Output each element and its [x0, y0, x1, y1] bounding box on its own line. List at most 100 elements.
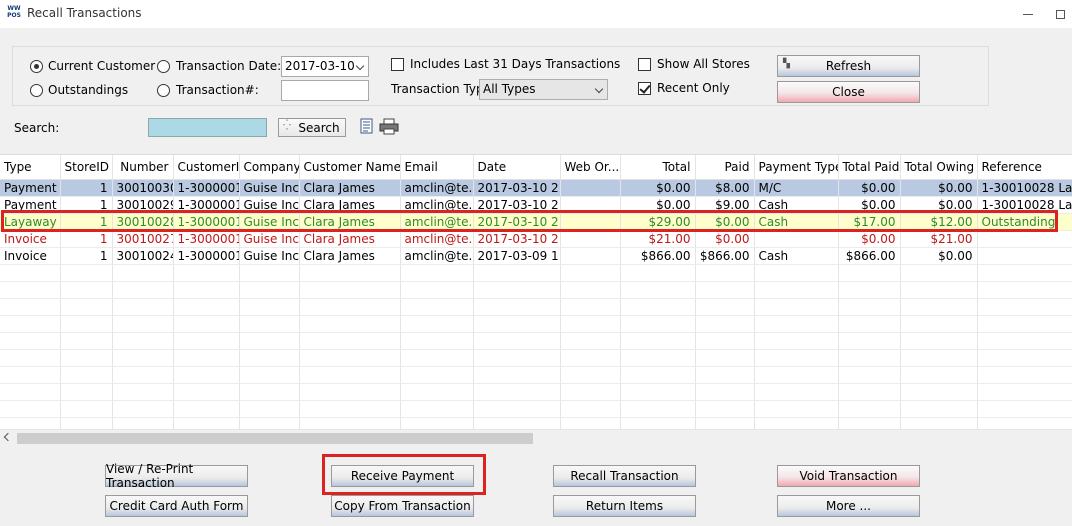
- empty-cell: [173, 383, 240, 401]
- cell-email: amclin@te...: [400, 213, 474, 231]
- show-all-stores-checkbox[interactable]: [638, 58, 651, 71]
- view-reprint-label: View / Re-Print Transaction: [106, 462, 194, 490]
- col-header-paid[interactable]: Paid: [695, 155, 755, 180]
- col-header-customer-name[interactable]: Customer Name: [299, 155, 401, 180]
- close-button-label: Close: [832, 85, 865, 99]
- col-header-company[interactable]: Company: [239, 155, 300, 180]
- transaction-date-label[interactable]: Transaction Date:: [176, 59, 281, 73]
- minimize-icon: [1023, 13, 1033, 15]
- cell-customer-name: Clara James: [299, 179, 401, 197]
- cell-total: $21.00: [620, 230, 696, 248]
- search-input[interactable]: [148, 118, 267, 137]
- empty-cell: [400, 298, 474, 316]
- return-items-button[interactable]: Return Items: [553, 495, 696, 517]
- includes-last-31-checkbox[interactable]: [391, 58, 404, 71]
- show-all-stores-label[interactable]: Show All Stores: [657, 57, 750, 71]
- empty-cell: [239, 332, 300, 350]
- current-customer-radio[interactable]: [30, 60, 43, 73]
- col-header-total-owing[interactable]: Total Owing: [900, 155, 978, 180]
- void-transaction-button[interactable]: Void Transaction: [777, 465, 920, 487]
- view-reprint-button[interactable]: View / Re-Print Transaction: [105, 462, 248, 490]
- col-header-payment-type[interactable]: Payment Type: [754, 155, 839, 180]
- cell-customer-name: Clara James: [299, 213, 401, 231]
- empty-cell: [977, 315, 1072, 333]
- horizontal-scrollbar[interactable]: [0, 429, 1072, 446]
- table-row[interactable]: Payment1300100301-30000010Guise Inc.Clar…: [0, 179, 1072, 197]
- search-button[interactable]: ⁛ Search: [278, 118, 346, 137]
- printer-icon[interactable]: [379, 118, 399, 135]
- document-list-icon[interactable]: [359, 118, 375, 135]
- current-customer-label[interactable]: Current Customer: [48, 59, 155, 73]
- empty-cell: [838, 366, 901, 384]
- outstandings-label[interactable]: Outstandings: [48, 83, 128, 97]
- col-header-date[interactable]: Date: [473, 155, 561, 180]
- minimize-button[interactable]: [1014, 0, 1042, 28]
- chevron-down-icon: [355, 61, 365, 71]
- empty-cell: [112, 366, 174, 384]
- empty-cell: [173, 264, 240, 282]
- refresh-button[interactable]: ▚ Refresh: [777, 55, 920, 77]
- empty-cell: [560, 315, 621, 333]
- col-header-number[interactable]: Number: [112, 155, 174, 180]
- table-row[interactable]: Invoice1300100241-30000010Guise Inc.Clar…: [0, 247, 1072, 265]
- outstandings-radio[interactable]: [30, 84, 43, 97]
- recent-only-checkbox[interactable]: [638, 82, 651, 95]
- empty-cell: [400, 332, 474, 350]
- transaction-number-label[interactable]: Transaction#:: [176, 83, 259, 97]
- col-header-reference[interactable]: Reference: [977, 155, 1072, 180]
- empty-cell: [473, 366, 561, 384]
- maximize-button[interactable]: [1046, 0, 1072, 28]
- empty-cell: [473, 332, 561, 350]
- cell-payment-type: Cash: [754, 196, 839, 214]
- includes-last-31-label[interactable]: Includes Last 31 Days Transactions: [410, 57, 620, 71]
- cell-total-owing: $0.00: [900, 179, 978, 197]
- cell-web-order: [560, 247, 621, 265]
- transaction-type-select[interactable]: All Types: [479, 79, 608, 100]
- cell-total-paid: $0.00: [838, 179, 901, 197]
- empty-cell: [620, 366, 696, 384]
- credit-card-auth-button[interactable]: Credit Card Auth Form: [105, 495, 248, 517]
- search-button-label: Search: [298, 120, 340, 135]
- empty-cell: [239, 383, 300, 401]
- col-header-total[interactable]: Total: [620, 155, 696, 180]
- more-button[interactable]: More ...: [777, 495, 920, 517]
- col-header-storeid[interactable]: StoreID: [60, 155, 113, 180]
- close-button[interactable]: Close: [777, 81, 920, 103]
- empty-cell: [60, 400, 113, 418]
- empty-cell: [299, 281, 401, 299]
- col-header-customerid[interactable]: CustomerID: [173, 155, 240, 180]
- col-header-type[interactable]: Type: [0, 155, 61, 180]
- cell-type: Invoice: [0, 230, 61, 248]
- scroll-left-icon[interactable]: [3, 432, 13, 442]
- empty-cell: [112, 349, 174, 367]
- empty-row: [0, 400, 1072, 418]
- cell-reference: Outstanding: [977, 213, 1072, 231]
- transaction-date-picker[interactable]: 2017-03-10: [281, 56, 369, 77]
- cell-total-paid: $17.00: [838, 213, 901, 231]
- empty-cell: [473, 349, 561, 367]
- empty-cell: [977, 383, 1072, 401]
- scrollbar-thumb[interactable]: [17, 433, 533, 444]
- transaction-number-radio[interactable]: [157, 84, 170, 97]
- empty-row: [0, 349, 1072, 367]
- table-row[interactable]: Layaway1300100281-30000010Guise Inc.Clar…: [0, 213, 1072, 231]
- cell-type: Layaway: [0, 213, 61, 231]
- col-header-web-order[interactable]: Web Or...: [560, 155, 621, 180]
- transaction-number-input[interactable]: [281, 80, 369, 101]
- cell-customer-name: Clara James: [299, 230, 401, 248]
- transaction-date-radio[interactable]: [157, 60, 170, 73]
- recent-only-label[interactable]: Recent Only: [657, 81, 730, 95]
- recall-transaction-button[interactable]: Recall Transaction: [553, 465, 696, 487]
- recall-transaction-label: Recall Transaction: [570, 469, 679, 483]
- transactions-grid[interactable]: Type StoreID Number CustomerID Company C…: [0, 154, 1072, 446]
- empty-cell: [299, 315, 401, 333]
- empty-cell: [400, 383, 474, 401]
- copy-from-transaction-button[interactable]: Copy From Transaction: [331, 495, 474, 517]
- table-row[interactable]: Invoice1300100271-30000010Guise Inc.Clar…: [0, 230, 1072, 248]
- empty-cell: [112, 315, 174, 333]
- table-row[interactable]: Payment1300100291-30000010Guise Inc.Clar…: [0, 196, 1072, 214]
- col-header-email[interactable]: Email: [400, 155, 474, 180]
- empty-cell: [400, 366, 474, 384]
- empty-cell: [60, 332, 113, 350]
- col-header-total-paid[interactable]: Total Paid: [838, 155, 901, 180]
